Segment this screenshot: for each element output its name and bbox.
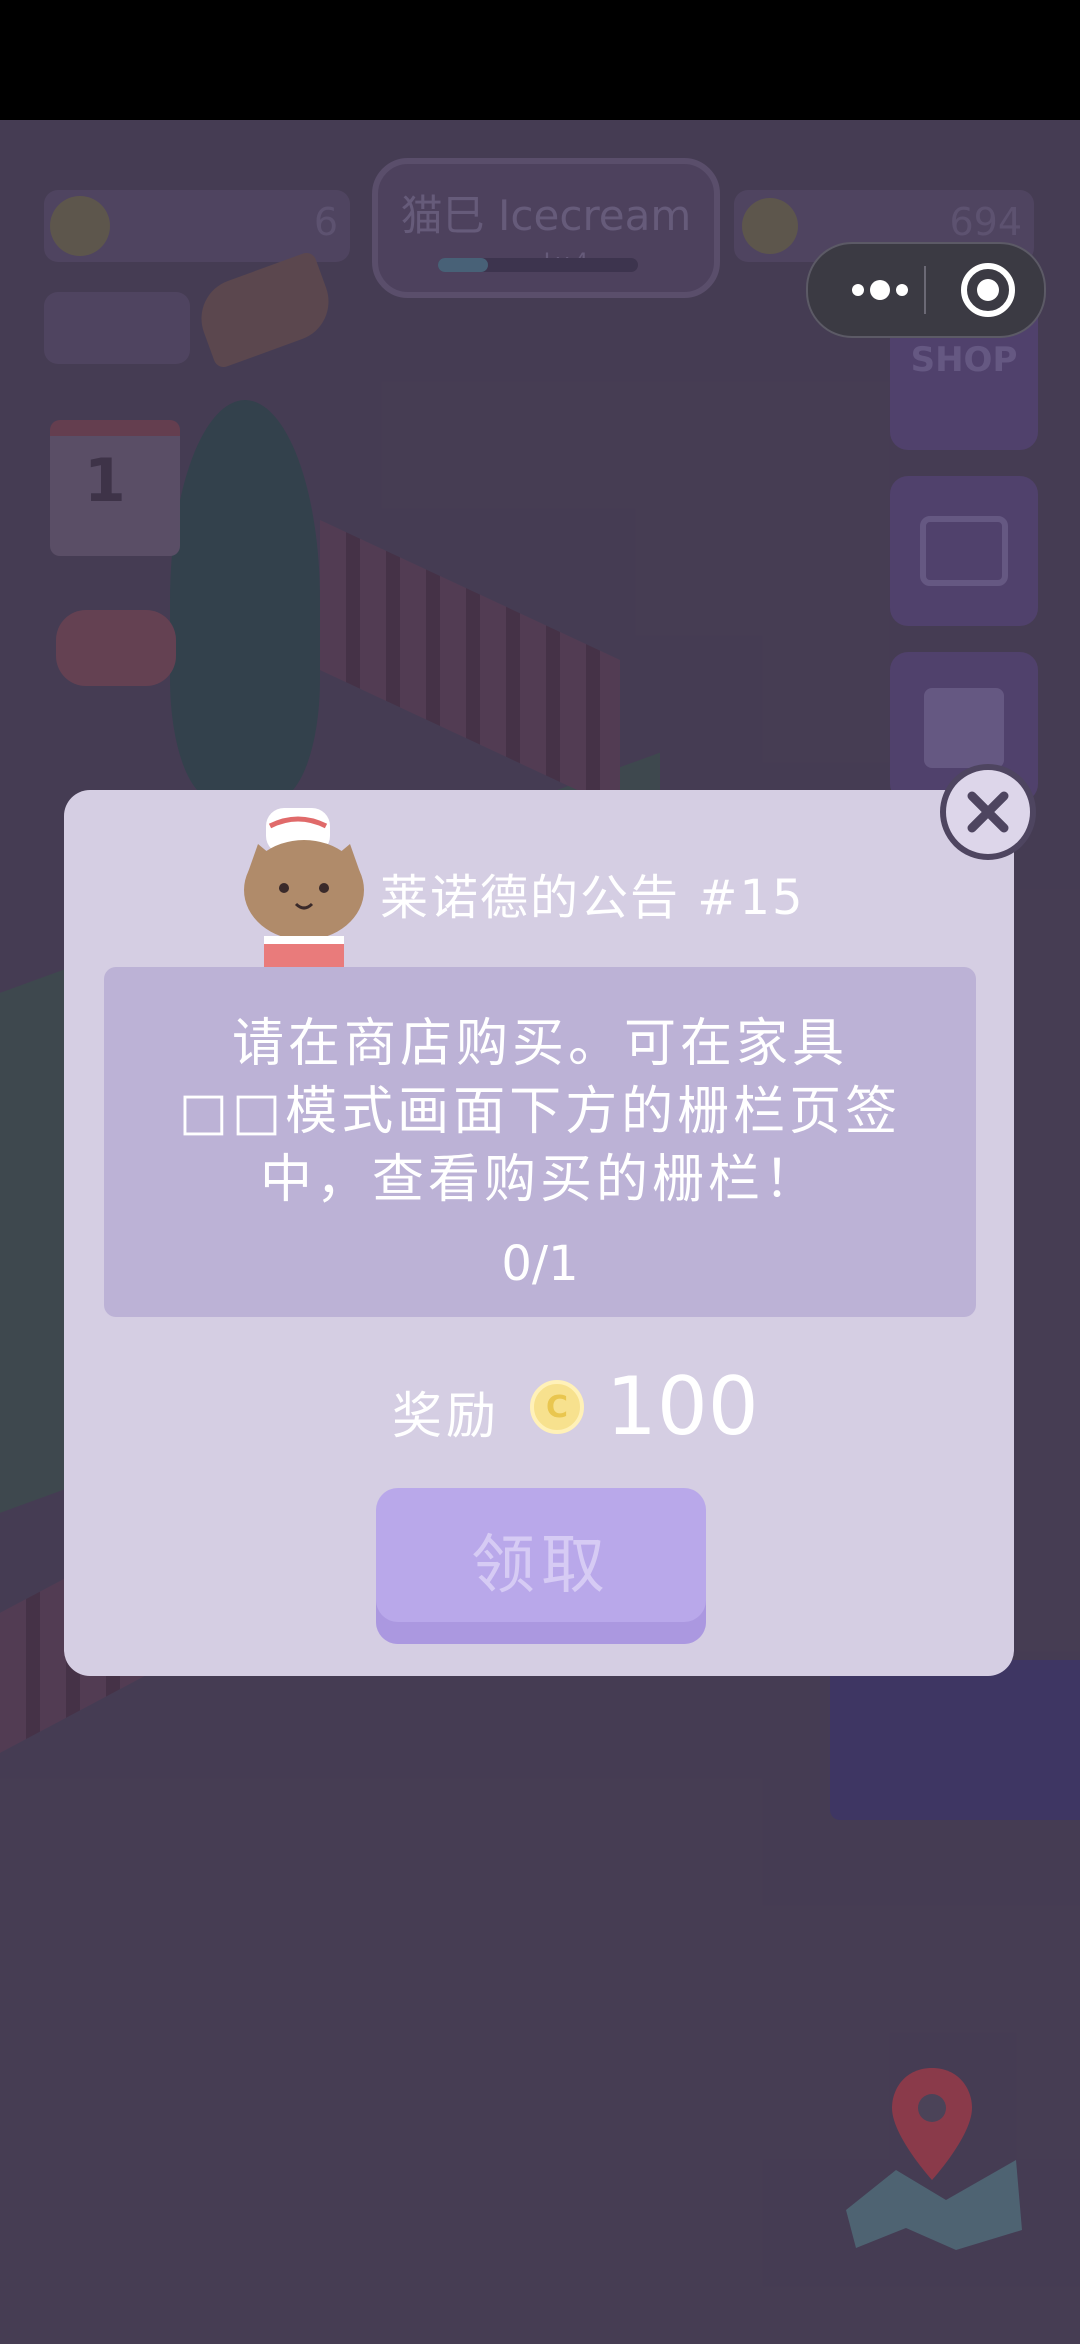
task-description: 请在商店购买。可在家具 □□模式画面下方的栅栏页签 中，查看购买的栅栏！: [120, 1010, 960, 1214]
map-pin-icon[interactable]: [836, 2060, 1032, 2256]
target-icon[interactable]: [958, 260, 1018, 320]
miniprogram-capsule: [806, 242, 1046, 338]
coin-icon: C: [530, 1380, 584, 1434]
cat-chef-avatar: [244, 808, 364, 968]
task-line: □□模式画面下方的栅栏页签: [178, 1082, 902, 1142]
status-bar: [0, 0, 1080, 120]
claim-button-label: 领取: [471, 1529, 611, 1603]
more-dots-icon[interactable]: [838, 262, 928, 318]
task-line: 请在商店购买。可在家具: [231, 1014, 848, 1074]
coin-symbol: C: [545, 1390, 569, 1425]
claim-button[interactable]: 领取: [376, 1488, 706, 1644]
capsule-divider: [924, 266, 926, 314]
reward-label: 奖励: [392, 1387, 500, 1445]
task-line: 中，查看购买的栅栏！: [259, 1150, 820, 1210]
close-icon: [967, 791, 1009, 833]
close-button[interactable]: [940, 764, 1036, 860]
dialog-title: 莱诺德的公告 #15: [380, 870, 805, 926]
reward-value: 100: [606, 1360, 759, 1453]
task-progress: 0/1: [501, 1236, 579, 1292]
